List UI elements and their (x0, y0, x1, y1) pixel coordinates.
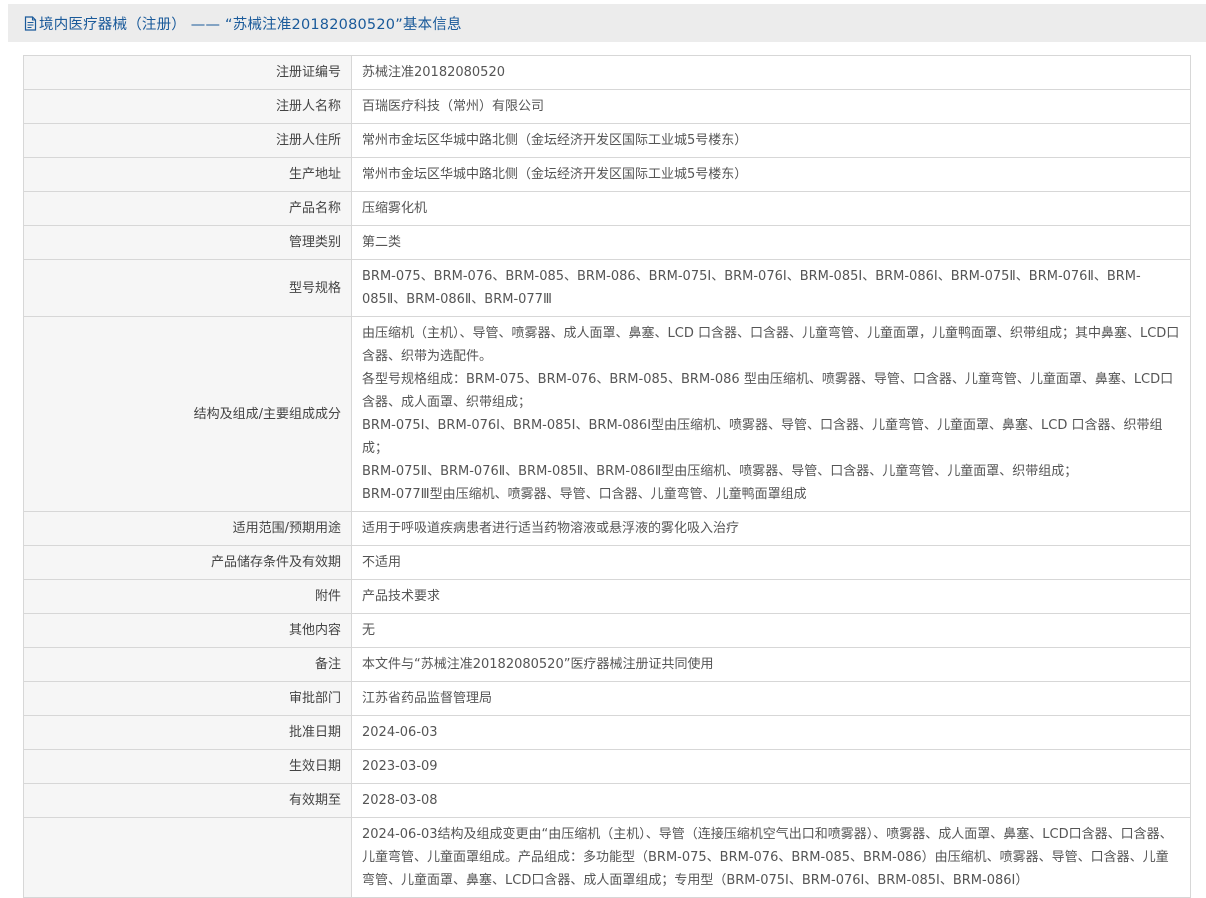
field-label: 注册人名称 (23, 89, 352, 124)
field-value-line: 百瑞医疗科技（常州）有限公司 (362, 99, 545, 114)
field-value-line: 各型号规格组成：BRM-075、BRM-076、BRM-085、BRM-086 … (362, 372, 1174, 410)
field-label: 生产地址 (23, 157, 352, 192)
field-label (23, 817, 352, 898)
field-value: 2024-06-03 (351, 715, 1191, 750)
field-value-line: BRM-077Ⅲ型由压缩机、喷雾器、导管、口含器、儿童弯管、儿童鸭面罩组成 (362, 487, 807, 502)
table-row: 有效期至 2028-03-08 (23, 783, 1191, 818)
field-value: 产品技术要求 (351, 579, 1191, 614)
document-icon (24, 15, 37, 31)
table-row: 管理类别 第二类 (23, 225, 1191, 260)
field-value-line: 由压缩机（主机）、导管、喷雾器、成人面罩、鼻塞、LCD 口含器、口含器、儿童弯管… (362, 326, 1180, 364)
field-label: 结构及组成/主要组成成分 (23, 316, 352, 512)
field-value-line: 本文件与“苏械注准20182080520”医疗器械注册证共同使用 (362, 657, 714, 672)
field-label: 注册证编号 (23, 55, 352, 90)
field-label: 生效日期 (23, 749, 352, 784)
field-label: 附件 (23, 579, 352, 614)
field-label: 其他内容 (23, 613, 352, 648)
field-value: 常州市金坛区华城中路北侧（金坛经济开发区国际工业城5号楼东） (351, 157, 1191, 192)
field-value-line: 压缩雾化机 (362, 201, 428, 216)
field-value: 2024-06-03结构及组成变更由“由压缩机（主机）、导管（连接压缩机空气出口… (351, 817, 1191, 898)
table-row: 注册证编号 苏械注准20182080520 (23, 55, 1191, 90)
field-value: 2028-03-08 (351, 783, 1191, 818)
table-row: 适用范围/预期用途 适用于呼吸道疾病患者进行适当药物溶液或悬浮液的雾化吸入治疗 (23, 511, 1191, 546)
field-value: 无 (351, 613, 1191, 648)
field-label: 审批部门 (23, 681, 352, 716)
table-row: 备注 本文件与“苏械注准20182080520”医疗器械注册证共同使用 (23, 647, 1191, 682)
field-value: 常州市金坛区华城中路北侧（金坛经济开发区国际工业城5号楼东） (351, 123, 1191, 158)
field-label: 有效期至 (23, 783, 352, 818)
field-value-line: 2023-03-09 (362, 759, 438, 774)
field-value-line: 第二类 (362, 235, 402, 250)
field-label: 备注 (23, 647, 352, 682)
field-label: 产品名称 (23, 191, 352, 226)
field-value-line: BRM-075Ⅱ、BRM-076Ⅱ、BRM-085Ⅱ、BRM-086Ⅱ型由压缩机… (362, 464, 1078, 479)
table-row: 注册人住所 常州市金坛区华城中路北侧（金坛经济开发区国际工业城5号楼东） (23, 123, 1191, 158)
field-value: 江苏省药品监督管理局 (351, 681, 1191, 716)
field-value-line: 江苏省药品监督管理局 (362, 691, 493, 706)
field-value-line: 2028-03-08 (362, 793, 438, 808)
info-table: 注册证编号 苏械注准20182080520 注册人名称 百瑞医疗科技（常州）有限公司注… (23, 55, 1191, 898)
table-row: 审批部门 江苏省药品监督管理局 (23, 681, 1191, 716)
table-row: 产品储存条件及有效期 不适用 (23, 545, 1191, 580)
page-title: 境内医疗器械（注册） —— “苏械注准20182080520”基本信息 (39, 16, 462, 33)
table-row: 生产地址 常州市金坛区华城中路北侧（金坛经济开发区国际工业城5号楼东） (23, 157, 1191, 192)
field-value-line: 适用于呼吸道疾病患者进行适当药物溶液或悬浮液的雾化吸入治疗 (362, 521, 740, 536)
field-value-line: 产品技术要求 (362, 589, 441, 604)
field-value: 苏械注准20182080520 (351, 55, 1191, 90)
field-value-line: 2024-06-03结构及组成变更由“由压缩机（主机）、导管（连接压缩机空气出口… (362, 827, 1173, 888)
table-row: 2024-06-03结构及组成变更由“由压缩机（主机）、导管（连接压缩机空气出口… (23, 817, 1191, 898)
field-label: 型号规格 (23, 259, 352, 317)
field-value: 本文件与“苏械注准20182080520”医疗器械注册证共同使用 (351, 647, 1191, 682)
field-label: 批准日期 (23, 715, 352, 750)
table-row: 附件 产品技术要求 (23, 579, 1191, 614)
field-label: 产品储存条件及有效期 (23, 545, 352, 580)
field-value: 2023-03-09 (351, 749, 1191, 784)
field-value: 由压缩机（主机）、导管、喷雾器、成人面罩、鼻塞、LCD 口含器、口含器、儿童弯管… (351, 316, 1191, 512)
field-value: 适用于呼吸道疾病患者进行适当药物溶液或悬浮液的雾化吸入治疗 (351, 511, 1191, 546)
table-row: 其他内容无 (23, 613, 1191, 648)
field-value: 压缩雾化机 (351, 191, 1191, 226)
field-label: 注册人住所 (23, 123, 352, 158)
field-value-line: 无 (362, 623, 376, 638)
table-row: 批准日期 2024-06-03 (23, 715, 1191, 750)
field-label: 适用范围/预期用途 (23, 511, 352, 546)
page-header: 境内医疗器械（注册） —— “苏械注准20182080520”基本信息 (8, 4, 1206, 42)
field-value: BRM-075、BRM-076、BRM-085、BRM-086、BRM-075Ⅰ… (351, 259, 1191, 317)
field-value: 不适用 (351, 545, 1191, 580)
field-value-line: 苏械注准20182080520 (362, 65, 505, 80)
field-value-line: 常州市金坛区华城中路北侧（金坛经济开发区国际工业城5号楼东） (362, 133, 748, 148)
table-row: 生效日期 2023-03-09 (23, 749, 1191, 784)
field-value-line: BRM-075、BRM-076、BRM-085、BRM-086、BRM-075Ⅰ… (362, 269, 1141, 307)
info-table-container: 注册证编号 苏械注准20182080520 注册人名称 百瑞医疗科技（常州）有限公司注… (23, 55, 1191, 898)
field-label: 管理类别 (23, 225, 352, 260)
table-row: 结构及组成/主要组成成分 由压缩机（主机）、导管、喷雾器、成人面罩、鼻塞、LCD … (23, 316, 1191, 512)
field-value-line: 不适用 (362, 555, 402, 570)
table-row: 型号规格 BRM-075、BRM-076、BRM-085、BRM-086、BRM-… (23, 259, 1191, 317)
field-value: 百瑞医疗科技（常州）有限公司 (351, 89, 1191, 124)
table-row: 注册人名称 百瑞医疗科技（常州）有限公司 (23, 89, 1191, 124)
field-value-line: BRM-075Ⅰ、BRM-076Ⅰ、BRM-085Ⅰ、BRM-086Ⅰ型由压缩机… (362, 418, 1163, 456)
field-value-line: 常州市金坛区华城中路北侧（金坛经济开发区国际工业城5号楼东） (362, 167, 748, 182)
table-row: 产品名称 压缩雾化机 (23, 191, 1191, 226)
field-value-line: 2024-06-03 (362, 725, 438, 740)
field-value: 第二类 (351, 225, 1191, 260)
